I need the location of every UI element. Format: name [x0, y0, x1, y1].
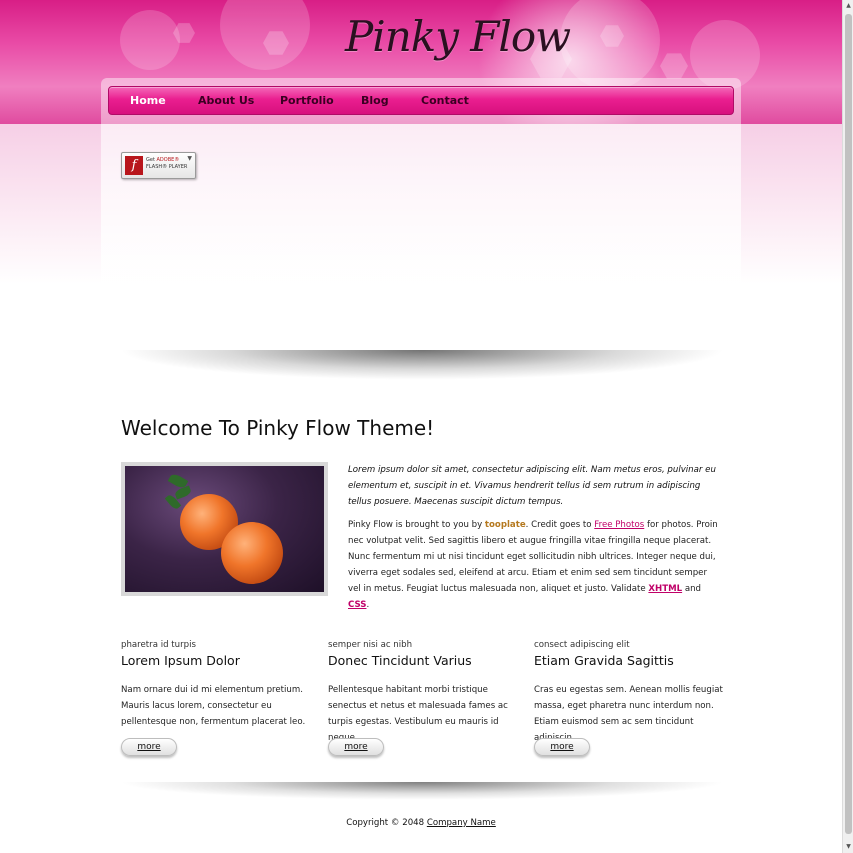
free-photos-link[interactable]: Free Photos [594, 520, 644, 530]
feature-column-2: semper nisi ac nibh Donec Tincidunt Vari… [328, 640, 518, 746]
column-text: Cras eu egestas sem. Aenean mollis feugi… [534, 685, 723, 743]
column-title: Donec Tincidunt Varius [328, 653, 472, 668]
body-text-segment: for photos. Proin nec volutpat velit. Se… [348, 520, 718, 594]
column-kicker: consect adipiscing elit [534, 640, 630, 650]
more-button[interactable]: more [121, 738, 177, 756]
oranges-photo [121, 462, 328, 596]
tooplate-brand: tooplate [484, 520, 526, 530]
body-text-segment: . [366, 600, 370, 610]
page-title: Welcome To Pinky Flow Theme! [121, 416, 435, 440]
bokeh-decoration [220, 0, 310, 70]
vertical-scrollbar[interactable]: ▲ ▼ [842, 0, 853, 853]
slider-panel [101, 124, 741, 352]
flash-badge-label: Get ADOBE® FLASH® PLAYER [146, 157, 188, 170]
body-text-segment: and [682, 584, 702, 594]
xhtml-link[interactable]: XHTML [648, 584, 682, 594]
column-title: Etiam Gravida Sagittis [534, 653, 674, 668]
scroll-thumb[interactable] [845, 14, 852, 834]
slider-shadow [118, 350, 726, 380]
orange-fruit [221, 522, 283, 584]
nav-item-home[interactable]: Home [130, 94, 166, 107]
more-button[interactable]: more [328, 738, 384, 756]
feature-column-1: pharetra id turpis Lorem Ipsum Dolor Nam… [121, 640, 311, 730]
leaf-shape [173, 485, 193, 500]
column-text: Pellentesque habitant morbi tristique se… [328, 685, 508, 743]
nav-item-blog[interactable]: Blog [361, 94, 389, 107]
nav-item-about-us[interactable]: About Us [198, 94, 254, 107]
copyright-text: Copyright © 2048 [346, 818, 427, 828]
content-shadow [118, 782, 726, 800]
body-text-segment: . Credit goes to [525, 520, 595, 530]
css-link[interactable]: CSS [348, 600, 366, 610]
download-arrow-icon: ▼ [187, 155, 192, 162]
scroll-up-arrow-icon[interactable]: ▲ [843, 0, 853, 12]
main-nav: Home About Us Portfolio Blog Contact [108, 86, 734, 115]
company-name-link[interactable]: Company Name [427, 818, 496, 828]
get-flash-player-button[interactable]: f Get ADOBE® FLASH® PLAYER ▼ [121, 152, 196, 179]
body-text-segment: Pinky Flow is brought to you by [348, 520, 485, 530]
bokeh-decoration [120, 10, 180, 70]
column-kicker: semper nisi ac nibh [328, 640, 413, 650]
nav-item-portfolio[interactable]: Portfolio [280, 94, 334, 107]
more-button[interactable]: more [534, 738, 590, 756]
column-text: Nam ornare dui id mi elementum pretium. … [121, 685, 306, 727]
welcome-intro: Lorem ipsum dolor sit amet, consectetur … [348, 465, 716, 507]
column-kicker: pharetra id turpis [121, 640, 196, 650]
footer: Copyright © 2048 Company Name [0, 818, 842, 828]
scroll-down-arrow-icon[interactable]: ▼ [843, 841, 853, 853]
flash-icon: f [125, 156, 143, 175]
feature-column-3: consect adipiscing elit Etiam Gravida Sa… [534, 640, 724, 746]
nav-item-contact[interactable]: Contact [421, 94, 469, 107]
welcome-body: Pinky Flow is brought to you by tooplate… [348, 517, 720, 613]
site-logo[interactable]: Pinky Flow [345, 12, 571, 61]
column-title: Lorem Ipsum Dolor [121, 653, 240, 668]
